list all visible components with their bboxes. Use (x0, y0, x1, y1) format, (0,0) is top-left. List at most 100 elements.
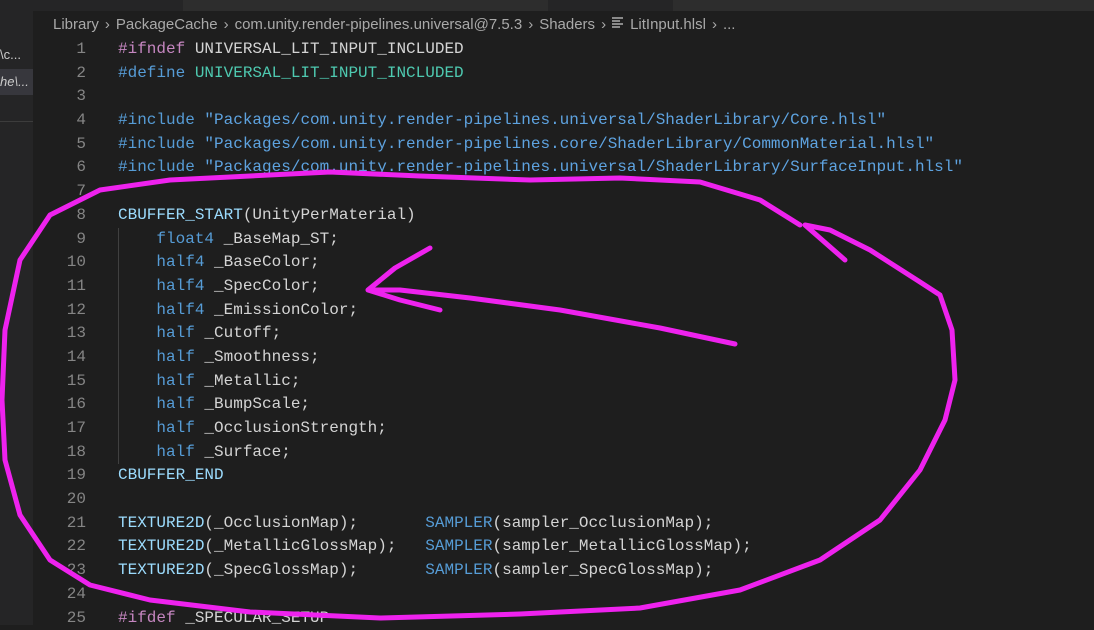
token-macro: UNIVERSAL_LIT_INPUT_INCLUDED (195, 64, 464, 82)
code-line[interactable]: 21TEXTURE2D(_OcclusionMap); SAMPLER(samp… (33, 512, 1094, 536)
token-plain (118, 324, 156, 342)
token-plain: _BaseMap_ST; (214, 230, 339, 248)
token-plain: _Smoothness; (195, 348, 320, 366)
code-text: TEXTURE2D(_OcclusionMap); SAMPLER(sample… (118, 512, 713, 536)
code-line[interactable]: 9 float4 _BaseMap_ST; (33, 228, 1094, 252)
token-str: "Packages/com.unity.render-pipelines.cor… (204, 135, 934, 153)
token-type: half (156, 419, 194, 437)
line-number: 20 (33, 488, 86, 512)
line-number: 18 (33, 441, 86, 465)
line-number: 5 (33, 133, 86, 157)
code-line[interactable]: 10 half4 _BaseColor; (33, 251, 1094, 275)
token-dir: #define (118, 64, 195, 82)
code-line[interactable]: 22TEXTURE2D(_MetallicGlossMap); SAMPLER(… (33, 535, 1094, 559)
code-text: CBUFFER_END (118, 464, 224, 488)
code-line[interactable]: 18 half _Surface; (33, 441, 1094, 465)
token-plain: _Cutoff; (195, 324, 281, 342)
token-type: half (156, 324, 194, 342)
code-line[interactable]: 8CBUFFER_START(UnityPerMaterial) (33, 204, 1094, 228)
chevron-right-icon: › (601, 16, 606, 33)
token-plain: UNIVERSAL_LIT_INPUT_INCLUDED (195, 40, 464, 58)
token-plain: _Metallic; (195, 372, 301, 390)
breadcrumb-library[interactable]: Library (53, 16, 99, 33)
breadcrumb: Library › PackageCache › com.unity.render-pi… (53, 14, 735, 36)
token-type: float4 (156, 230, 214, 248)
line-number: 1 (33, 38, 86, 62)
line-number: 4 (33, 109, 86, 133)
token-type: half (156, 372, 194, 390)
token-plain (118, 443, 156, 461)
code-line[interactable]: 16 half _BumpScale; (33, 393, 1094, 417)
line-number: 25 (33, 607, 86, 630)
token-dir: #include (118, 135, 204, 153)
token-kw: #ifndef (118, 40, 195, 58)
code-line[interactable]: 23 TEXTURE2D(_SpecGlossMap); SAMPLER(samp… (33, 559, 1094, 583)
code-text: CBUFFER_START(UnityPerMaterial) (118, 204, 416, 228)
code-text: #include "Packages/com.unity.render-pipe… (118, 156, 963, 180)
line-number: 12 (33, 299, 86, 323)
breadcrumb-packagecache[interactable]: PackageCache (116, 16, 218, 33)
line-number: 19 (33, 464, 86, 488)
token-plain (118, 301, 156, 319)
code-line[interactable]: 7 (33, 180, 1094, 204)
code-line[interactable]: 20 (33, 488, 1094, 512)
chevron-right-icon: › (712, 16, 717, 33)
token-plain: (UnityPerMaterial) (243, 206, 416, 224)
line-number: 10 (33, 251, 86, 275)
code-editor[interactable]: 1#ifndef UNIVERSAL_LIT_INPUT_INCLUDED2#d… (33, 38, 1094, 630)
code-line[interactable]: 2#define UNIVERSAL_LIT_INPUT_INCLUDED (33, 62, 1094, 86)
token-type: half (156, 395, 194, 413)
code-line[interactable]: 13 half _Cutoff; (33, 322, 1094, 346)
code-line[interactable]: 14 half _Smoothness; (33, 346, 1094, 370)
code-line[interactable]: 12 half4 _EmissionColor; (33, 299, 1094, 323)
line-number: 3 (33, 85, 86, 109)
breadcrumb-shaders[interactable]: Shaders (539, 16, 595, 33)
chevron-right-icon: › (224, 16, 229, 33)
editor-tab[interactable] (673, 0, 1094, 11)
token-plain (118, 277, 156, 295)
token-type: half4 (156, 277, 204, 295)
breadcrumb-file[interactable]: LitInput.hlsl (630, 16, 706, 33)
code-line[interactable]: 15 half _Metallic; (33, 370, 1094, 394)
token-dir: #include (118, 158, 204, 176)
token-plain (118, 395, 156, 413)
open-editor-item-selected[interactable]: he\... (0, 69, 33, 95)
code-line[interactable]: 3 (33, 85, 1094, 109)
line-number: 15 (33, 370, 86, 394)
tab-bar (33, 0, 1094, 11)
token-type: half4 (156, 253, 204, 271)
code-line[interactable]: 11 half4 _SpecColor; (33, 275, 1094, 299)
line-number: 24 (33, 583, 86, 607)
line-number: 17 (33, 417, 86, 441)
token-fn: TEXTURE2D (118, 537, 204, 555)
code-line[interactable]: 19 CBUFFER_END (33, 464, 1094, 488)
code-line[interactable]: 1 #ifndef UNIVERSAL_LIT_INPUT_INCLUDED (33, 38, 1094, 62)
file-lines-icon (612, 14, 623, 36)
token-plain (118, 372, 156, 390)
line-number: 23 (33, 559, 86, 583)
token-plain: (sampler_OcclusionMap); (492, 514, 713, 532)
code-text: half _Smoothness; (118, 346, 320, 370)
breadcrumb-more[interactable]: ... (723, 16, 736, 33)
breadcrumb-package[interactable]: com.unity.render-pipelines.universal@7.5… (235, 16, 523, 33)
code-line[interactable]: 17 half _OcclusionStrength; (33, 417, 1094, 441)
chevron-right-icon: › (528, 16, 533, 33)
line-number: 9 (33, 228, 86, 252)
token-plain: _BumpScale; (195, 395, 310, 413)
open-editor-item[interactable]: \c... (0, 42, 33, 68)
token-plain: _Surface; (195, 443, 291, 461)
token-plain: _SpecColor; (204, 277, 319, 295)
code-line[interactable]: 5 #include "Packages/com.unity.render-pip… (33, 133, 1094, 157)
code-line[interactable]: 25#ifdef _SPECULAR_SETUP (33, 607, 1094, 630)
editor-tab[interactable] (183, 0, 548, 11)
code-line[interactable]: 24 (33, 583, 1094, 607)
code-line[interactable]: 4#include "Packages/com.unity.render-pip… (33, 109, 1094, 133)
token-type: SAMPLER (425, 514, 492, 532)
line-number: 13 (33, 322, 86, 346)
code-line[interactable]: 6#include "Packages/com.unity.render-pip… (33, 156, 1094, 180)
token-plain: (_MetallicGlossMap); (204, 537, 425, 555)
line-number: 7 (33, 180, 86, 204)
token-plain (118, 348, 156, 366)
code-text: TEXTURE2D(_SpecGlossMap); SAMPLER(sample… (118, 559, 713, 583)
token-plain: (sampler_SpecGlossMap); (492, 561, 713, 579)
